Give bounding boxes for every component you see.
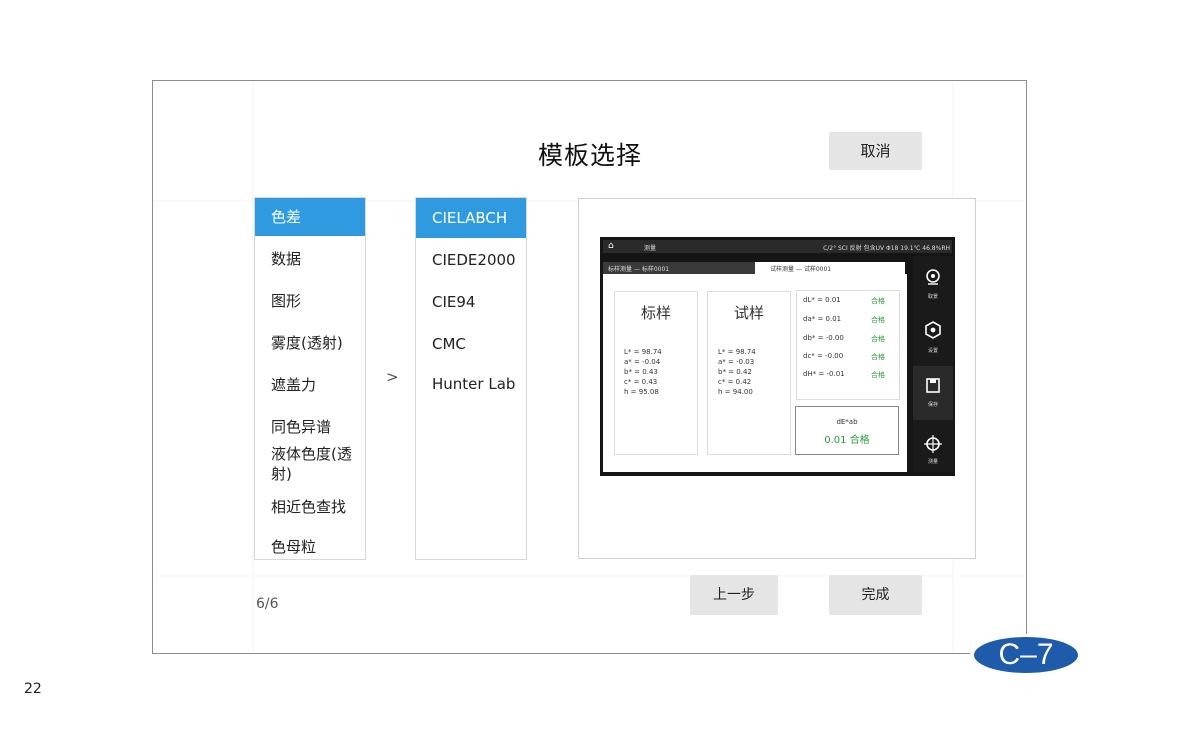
standard-value-a: a* = -0.04 <box>624 358 661 366</box>
sample-value-l: L* = 98.74 <box>718 348 756 356</box>
sample-value-a: a* = -0.03 <box>718 358 755 366</box>
diff-dc-result: 合格 <box>871 353 885 361</box>
sample-values: L* = 98.74 a* = -0.03 b* = 0.42 c* = 0.4… <box>718 347 756 397</box>
list-item-masterbatch[interactable]: 色母粒 <box>255 528 365 559</box>
home-icon: ⌂ <box>608 241 614 251</box>
page-indicator: 6/6 <box>256 596 279 612</box>
preview-header-left: 测量 <box>644 245 657 252</box>
preview-sidebar-viewfinder: 取景 <box>913 256 953 310</box>
difference-card <box>796 290 900 400</box>
sample-value-b: b* = 0.42 <box>718 368 752 376</box>
standard-values: L* = 98.74 a* = -0.04 b* = 0.43 c* = 0.4… <box>624 347 662 397</box>
preview-sidebar-label-0: 取景 <box>927 294 938 300</box>
diff-dl-result: 合格 <box>871 297 885 305</box>
preview-tab-sample-label: 试样测量 — 试样0001 <box>770 266 832 273</box>
category-list: 色差 数据 图形 雾度(透射) 遮盖力 同色异谱 液体色度(透射) 相近色查找 … <box>254 197 366 560</box>
previous-step-button[interactable]: 上一步 <box>690 575 778 615</box>
list-item-similar-color[interactable]: 相近色查找 <box>255 488 365 526</box>
page-number: 22 <box>24 681 42 697</box>
list-item-ciede2000[interactable]: CIEDE2000 <box>416 240 526 280</box>
chevron-right-icon: > <box>386 368 399 386</box>
standard-value-l: L* = 98.74 <box>624 348 662 356</box>
page-title: 模板选择 <box>537 141 642 170</box>
preview-sidebar-label-2: 保存 <box>927 402 938 408</box>
preview-sidebar-save: 保存 <box>913 366 953 420</box>
list-item-hiding-power[interactable]: 遮盖力 <box>255 366 365 404</box>
sample-value-c: c* = 0.42 <box>718 378 752 386</box>
sample-title: 试样 <box>733 304 764 322</box>
save-icon <box>926 378 940 393</box>
preview-sidebar-label-1: 设置 <box>927 348 938 354</box>
sample-value-h: h = 94.00 <box>718 388 753 396</box>
diff-dc: dc* = -0.00 <box>803 352 844 360</box>
diff-da: da* = 0.01 <box>803 315 842 323</box>
list-item-liquid-color[interactable]: 液体色度(透射) <box>255 444 365 488</box>
list-item-haze[interactable]: 雾度(透射) <box>255 324 365 362</box>
diff-dh: dH* = -0.01 <box>803 370 845 378</box>
standard-title: 标样 <box>640 304 671 322</box>
list-item-metamerism[interactable]: 同色异谱 <box>255 408 365 446</box>
diff-db-result: 合格 <box>871 335 885 343</box>
de-value: 0.01 合格 <box>824 435 870 446</box>
list-item-cmc[interactable]: CMC <box>416 324 526 364</box>
preview-sidebar-measure: 测量 <box>913 421 953 472</box>
list-item-color-difference[interactable]: 色差 <box>255 198 365 236</box>
de-label: dE*ab <box>836 418 858 426</box>
diff-da-result: 合格 <box>871 316 885 324</box>
gear-icon <box>925 321 941 339</box>
list-item-graph[interactable]: 图形 <box>255 282 365 320</box>
list-item-data[interactable]: 数据 <box>255 240 365 278</box>
formula-list: CIELABCH CIEDE2000 CIE94 CMC Hunter Lab <box>415 197 527 560</box>
list-item-cie94[interactable]: CIE94 <box>416 282 526 322</box>
diff-db: db* = -0.00 <box>803 334 844 342</box>
section-badge: C–7 <box>998 638 1054 671</box>
camera-icon <box>926 269 940 285</box>
diff-dh-result: 合格 <box>871 371 885 379</box>
preview-sidebar-settings: 设置 <box>913 311 953 365</box>
cancel-button[interactable]: 取消 <box>829 132 922 170</box>
standard-value-c: c* = 0.43 <box>624 378 658 386</box>
list-item-hunter-lab[interactable]: Hunter Lab <box>416 364 526 404</box>
preview-tab-standard-label: 标样测量 — 标样0001 <box>608 266 670 273</box>
diff-dl: dL* = 0.01 <box>803 296 841 304</box>
list-item-cielabch[interactable]: CIELABCH <box>416 198 526 238</box>
standard-value-h: h = 95.08 <box>624 388 659 396</box>
done-button[interactable]: 完成 <box>829 575 922 615</box>
preview-header-right: C/2° SCI 反射 包含UV Φ18 19.1℃ 46.8%RH <box>823 245 950 252</box>
preview-sidebar-label-3: 测量 <box>927 459 938 465</box>
standard-value-b: b* = 0.43 <box>624 368 658 376</box>
